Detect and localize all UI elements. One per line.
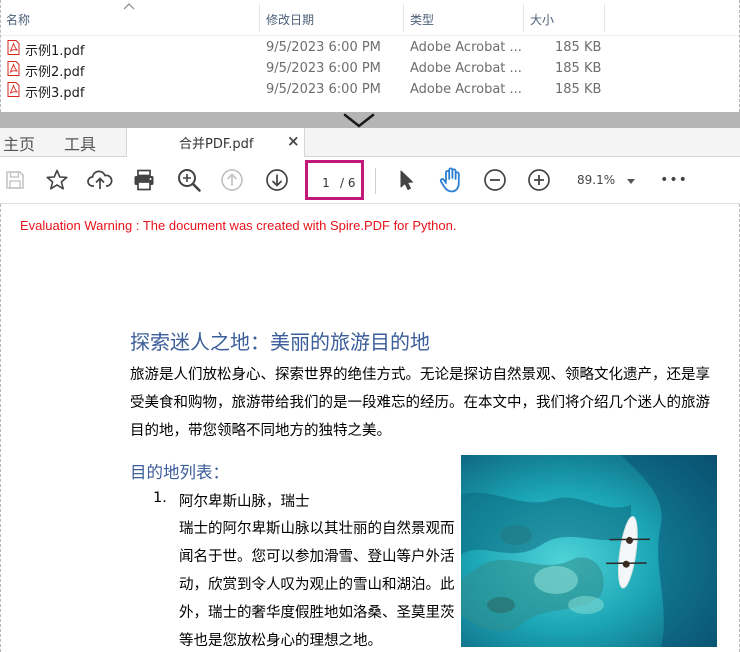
select-cursor-icon (400, 170, 413, 190)
pdf-file-icon (7, 82, 20, 97)
evaluation-warning: Evaluation Warning : The document was cr… (20, 218, 457, 233)
page-number-field[interactable]: 1 / 6 (305, 160, 364, 200)
column-header-size[interactable]: 大小 (530, 11, 554, 28)
file-type: Adobe Acrobat ... (410, 82, 522, 97)
file-list-header: 名称 修改日期 类型 大小 (1, 0, 739, 36)
dropdown-caret-icon (627, 179, 635, 184)
list-item-description: 瑞士的阿尔卑斯山脉以其壮丽的自然景观而闻名于世。您可以参加滑雪、登山等户外活动，… (179, 521, 455, 649)
app-tab-bar: 主页 工具 合并PDF.pdf × (0, 128, 740, 158)
file-size: 185 KB (555, 40, 602, 55)
find-button[interactable] (176, 167, 202, 193)
close-tab-icon[interactable]: × (287, 132, 300, 150)
tab-document-label: 合并PDF.pdf (179, 137, 254, 152)
document-title: 探索迷人之地：美丽的旅游目的地 (130, 330, 430, 354)
save-button[interactable] (2, 167, 28, 193)
intro-paragraph: 旅游是人们放松身心、探索世界的绝佳方式。无论是探访自然景观、领略文化遗产，还是享… (130, 367, 710, 439)
column-divider[interactable] (523, 4, 524, 32)
column-header-date[interactable]: 修改日期 (266, 11, 314, 28)
file-date: 9/5/2023 6:00 PM (266, 82, 381, 97)
upload-button[interactable] (87, 167, 113, 193)
column-header-type[interactable]: 类型 (410, 11, 434, 28)
hand-tool-button[interactable] (438, 167, 464, 193)
current-page-input[interactable]: 1 (316, 176, 336, 190)
zoom-level-value: 89.1% (577, 173, 616, 187)
file-name: 示例2.pdf (25, 65, 85, 80)
pdf-toolbar: 1 / 6 89.1% ••• (0, 157, 740, 204)
toolbar-divider (375, 168, 376, 194)
next-page-button[interactable] (264, 167, 290, 193)
save-icon (6, 171, 24, 189)
cloud-upload-icon (87, 170, 113, 189)
column-divider[interactable] (604, 4, 605, 32)
hand-tool-icon (439, 167, 460, 193)
more-icon[interactable]: ••• (660, 167, 687, 193)
pdf-file-icon (7, 61, 20, 76)
column-header-name[interactable]: 名称 (6, 11, 30, 28)
column-divider[interactable] (259, 4, 260, 32)
sort-ascending-icon[interactable] (123, 2, 135, 10)
file-row[interactable]: 示例3.pdf 9/5/2023 6:00 PM Adobe Acrobat .… (1, 80, 740, 101)
previous-page-button[interactable] (219, 167, 245, 193)
file-explorer: 名称 修改日期 类型 大小 示例1.pdf 9/5/2023 6:00 PM A… (0, 0, 740, 112)
file-name: 示例3.pdf (25, 86, 85, 101)
file-size: 185 KB (555, 61, 602, 76)
bookmark-button[interactable] (44, 167, 70, 193)
print-icon (134, 169, 154, 191)
list-item-title: 阿尔卑斯山脉，瑞士 (179, 494, 310, 510)
select-tool-button[interactable] (393, 167, 419, 193)
total-pages-label: / 6 (340, 176, 356, 190)
zoom-level-select[interactable]: 89.1% (569, 170, 639, 192)
file-date: 9/5/2023 6:00 PM (266, 40, 381, 55)
tab-tools[interactable]: 工具 (64, 131, 96, 155)
file-size: 185 KB (555, 82, 602, 97)
document-page[interactable]: Evaluation Warning : The document was cr… (0, 204, 740, 652)
file-type: Adobe Acrobat ... (410, 61, 522, 76)
search-zoom-icon (178, 169, 201, 192)
zoom-in-button[interactable] (526, 167, 552, 193)
zoom-in-icon (528, 169, 550, 191)
file-row[interactable]: 示例2.pdf 9/5/2023 6:00 PM Adobe Acrobat .… (1, 59, 740, 80)
page-down-icon (266, 169, 288, 191)
zoom-out-icon (484, 169, 506, 191)
zoom-out-button[interactable] (482, 167, 508, 193)
section-heading: 目的地列表： (130, 463, 229, 482)
tab-home[interactable]: 主页 (3, 131, 35, 155)
aerial-kayak-photo (461, 455, 717, 647)
pdf-file-icon (7, 40, 20, 55)
print-button[interactable] (131, 167, 157, 193)
list-number: 1. (153, 490, 167, 506)
column-divider[interactable] (403, 4, 404, 32)
tab-document[interactable]: 合并PDF.pdf × (126, 128, 305, 158)
page-up-icon (221, 169, 243, 191)
file-row[interactable]: 示例1.pdf 9/5/2023 6:00 PM Adobe Acrobat .… (1, 38, 740, 59)
file-date: 9/5/2023 6:00 PM (266, 61, 381, 76)
file-type: Adobe Acrobat ... (410, 40, 522, 55)
panel-splitter[interactable] (0, 112, 740, 128)
star-icon (46, 169, 68, 190)
file-name: 示例1.pdf (25, 44, 85, 59)
